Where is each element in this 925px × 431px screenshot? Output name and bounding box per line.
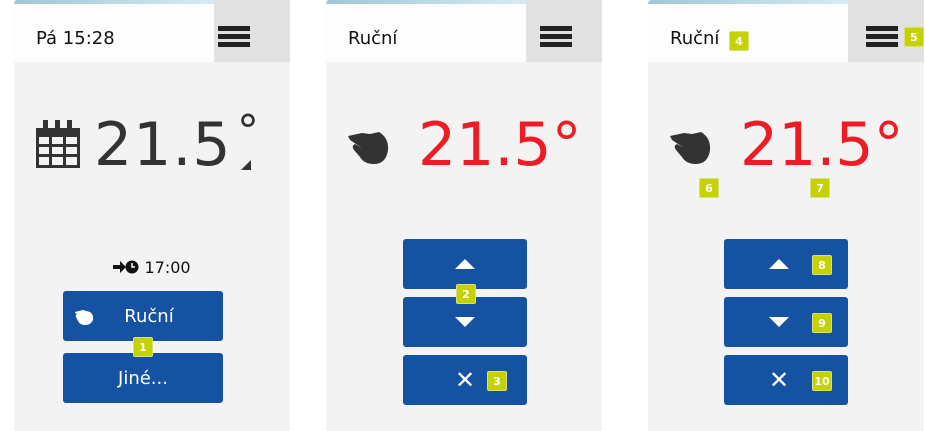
cancel-button[interactable]: ✕ — [403, 355, 527, 405]
close-icon: ✕ — [454, 366, 476, 394]
screen-manual: Ruční 21.5° ✕ 2 3 — [326, 0, 602, 431]
callout-badge-5: 5 — [904, 27, 924, 47]
arrow-down-icon — [769, 317, 789, 327]
manual-temperature: 21.5° — [418, 110, 582, 180]
temperature-unit-corner — [241, 160, 251, 170]
temperature-row: 21.5° — [648, 110, 924, 180]
header-datetime: Pá 15:28 — [36, 28, 115, 49]
menu-icon[interactable] — [866, 26, 898, 48]
other-button-label: Jiné... — [118, 367, 168, 389]
header-mode: Ruční — [348, 28, 398, 49]
temperature-row: 21.5 ° — [14, 106, 290, 180]
next-schedule: 17:00 — [14, 258, 290, 277]
close-icon: ✕ — [768, 366, 790, 394]
screen-manual-annotated: Ruční 4 5 21.5° 6 7 ✕ 8 9 10 — [648, 0, 924, 431]
current-temperature: 21.5 — [94, 110, 232, 180]
callout-badge-4: 4 — [729, 31, 749, 51]
arrow-clock-icon — [113, 260, 139, 274]
header-mode: Ruční — [670, 28, 720, 49]
hand-icon — [75, 310, 94, 325]
callout-badge-3: 3 — [487, 371, 507, 391]
manual-button[interactable]: Ruční — [63, 291, 223, 341]
arrow-up-icon — [455, 259, 475, 269]
menu-icon[interactable] — [218, 26, 250, 48]
callout-badge-8: 8 — [812, 255, 832, 275]
arrow-up-icon — [769, 259, 789, 269]
callout-badge-2: 2 — [456, 284, 476, 304]
temperature-degree: ° — [237, 106, 259, 157]
callout-badge-1: 1 — [133, 337, 153, 357]
temperature-row: 21.5° — [326, 110, 602, 180]
callout-badge-10: 10 — [812, 371, 832, 391]
increase-temperature-button[interactable] — [403, 239, 527, 289]
hand-icon — [670, 132, 711, 164]
other-button[interactable]: Jiné... — [63, 353, 223, 403]
screen-home: Pá 15:28 21.5 ° 17:00 Ruční Jiné... 1 — [14, 0, 290, 431]
calendar-icon — [36, 120, 80, 168]
callout-badge-9: 9 — [812, 313, 832, 333]
decrease-temperature-button[interactable] — [403, 297, 527, 347]
menu-icon[interactable] — [540, 26, 572, 48]
manual-button-label: Ruční — [124, 305, 174, 327]
arrow-down-icon — [455, 317, 475, 327]
callout-badge-7: 7 — [810, 178, 830, 198]
hand-icon — [348, 132, 389, 164]
next-schedule-time: 17:00 — [144, 258, 191, 277]
manual-temperature: 21.5° — [740, 110, 904, 180]
callout-badge-6: 6 — [699, 178, 719, 198]
